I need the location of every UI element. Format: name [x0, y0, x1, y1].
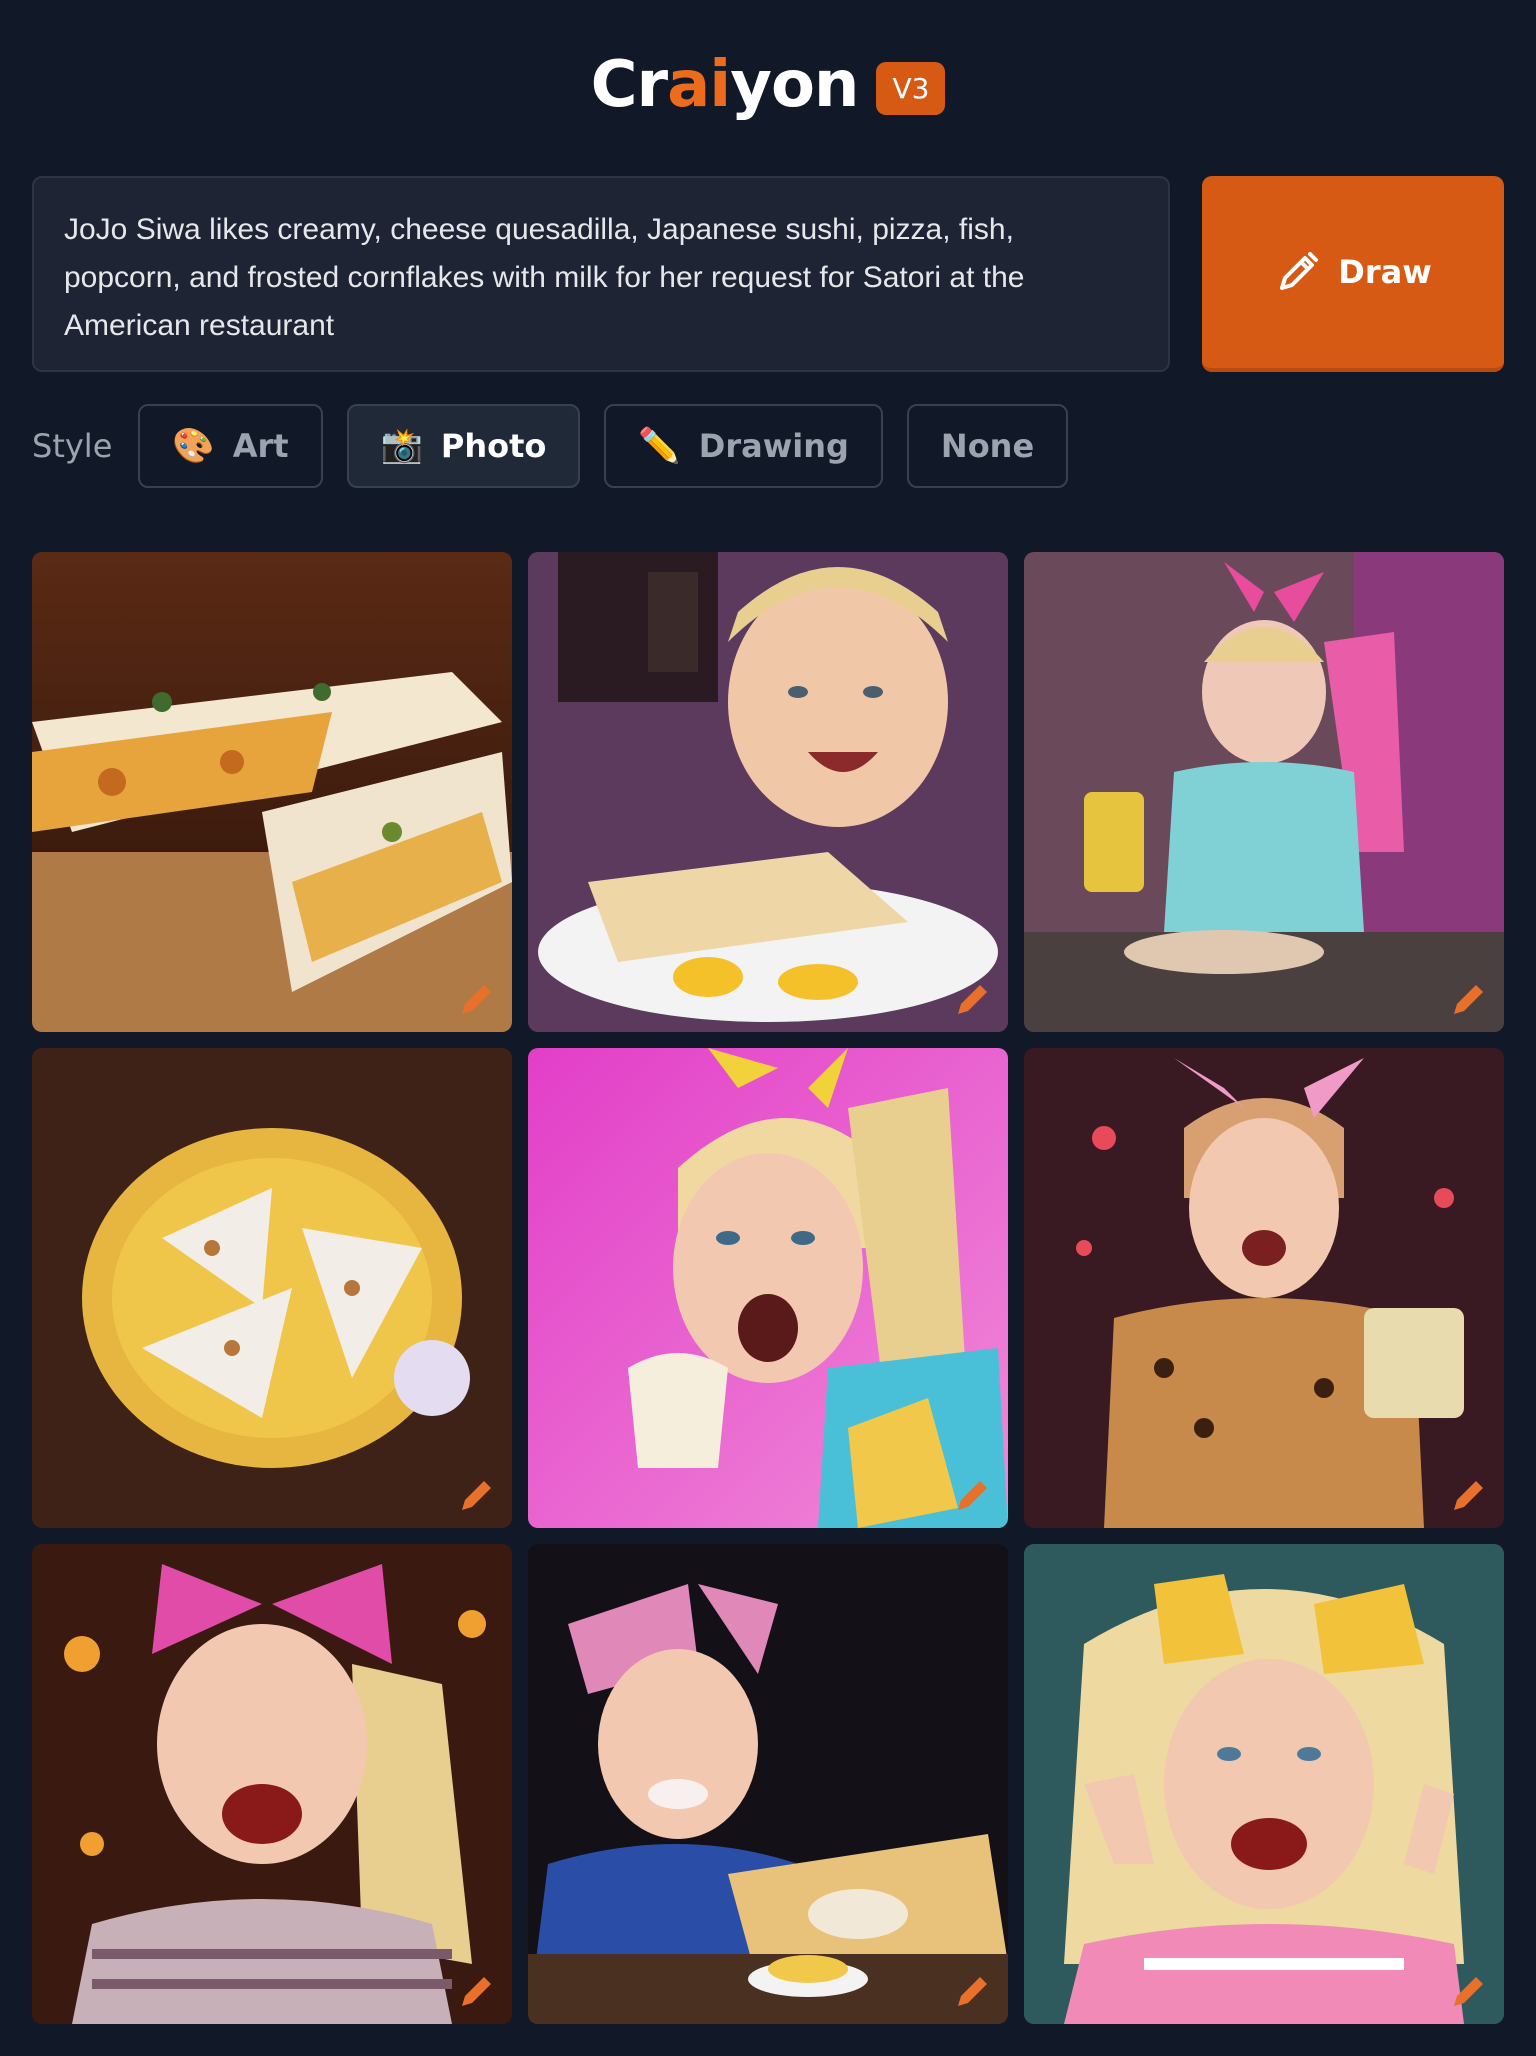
style-selector: Style 🎨 Art 📸 Photo ✏️ Drawing None: [32, 404, 1069, 488]
logo-pre: Cr: [590, 48, 669, 122]
edit-pencil-icon[interactable]: [456, 976, 500, 1020]
girl-cheese-bows-image: [1024, 1544, 1504, 2024]
girl-food-tray-image: [528, 1544, 1008, 2024]
camera-icon: 📸: [380, 426, 423, 466]
result-image-6[interactable]: [1024, 1048, 1504, 1528]
style-art-label: Art: [232, 427, 289, 465]
style-label: Style: [32, 427, 113, 465]
style-drawing-label: Drawing: [698, 427, 849, 465]
style-none-label: None: [940, 427, 1035, 465]
style-none-button[interactable]: None: [906, 404, 1069, 488]
girl-quesadilla-image: [528, 552, 1008, 1032]
girl-pink-bow-image: [32, 1544, 512, 2024]
girl-juice-image: [1024, 552, 1504, 1032]
draw-button-label: Draw: [1338, 253, 1432, 291]
logo-post: yon: [730, 48, 859, 122]
result-image-2[interactable]: [528, 552, 1008, 1032]
result-image-8[interactable]: [528, 1544, 1008, 2024]
header: Craiyon V3: [0, 0, 1536, 170]
result-image-7[interactable]: [32, 1544, 512, 2024]
quesadilla-plate-image: [32, 1048, 512, 1528]
edit-pencil-icon[interactable]: [456, 1472, 500, 1516]
logo-accent: ai: [667, 48, 731, 122]
edit-pencil-icon[interactable]: [456, 1968, 500, 2012]
palette-icon: 🎨: [172, 426, 215, 466]
edit-pencil-icon[interactable]: [1448, 1472, 1492, 1516]
pencil-emoji-icon: ✏️: [638, 426, 681, 466]
result-image-4[interactable]: [32, 1048, 512, 1528]
result-image-9[interactable]: [1024, 1544, 1504, 2024]
edit-pencil-icon[interactable]: [1448, 976, 1492, 1020]
pencil-icon: [1280, 252, 1319, 290]
girl-eating-image: [528, 1048, 1008, 1528]
draw-button[interactable]: Draw: [1202, 176, 1504, 372]
style-art-button[interactable]: 🎨 Art: [138, 404, 323, 488]
edit-pencil-icon[interactable]: [952, 1472, 996, 1516]
result-image-1[interactable]: [32, 552, 512, 1032]
version-badge: V3: [876, 61, 946, 115]
result-image-3[interactable]: [1024, 552, 1504, 1032]
style-photo-button[interactable]: 📸 Photo: [346, 404, 581, 488]
style-drawing-button[interactable]: ✏️ Drawing: [604, 404, 883, 488]
edit-pencil-icon[interactable]: [952, 1968, 996, 2012]
quesadilla-image: [32, 552, 512, 1032]
edit-pencil-icon[interactable]: [1448, 1968, 1492, 2012]
result-image-5[interactable]: [528, 1048, 1008, 1528]
girl-drink-image: [1024, 1048, 1504, 1528]
style-photo-label: Photo: [440, 427, 547, 465]
results-grid: [32, 552, 1504, 2024]
logo[interactable]: Craiyon: [590, 48, 860, 122]
edit-pencil-icon[interactable]: [952, 976, 996, 1020]
prompt-input[interactable]: JoJo Siwa likes creamy, cheese quesadill…: [32, 176, 1170, 372]
